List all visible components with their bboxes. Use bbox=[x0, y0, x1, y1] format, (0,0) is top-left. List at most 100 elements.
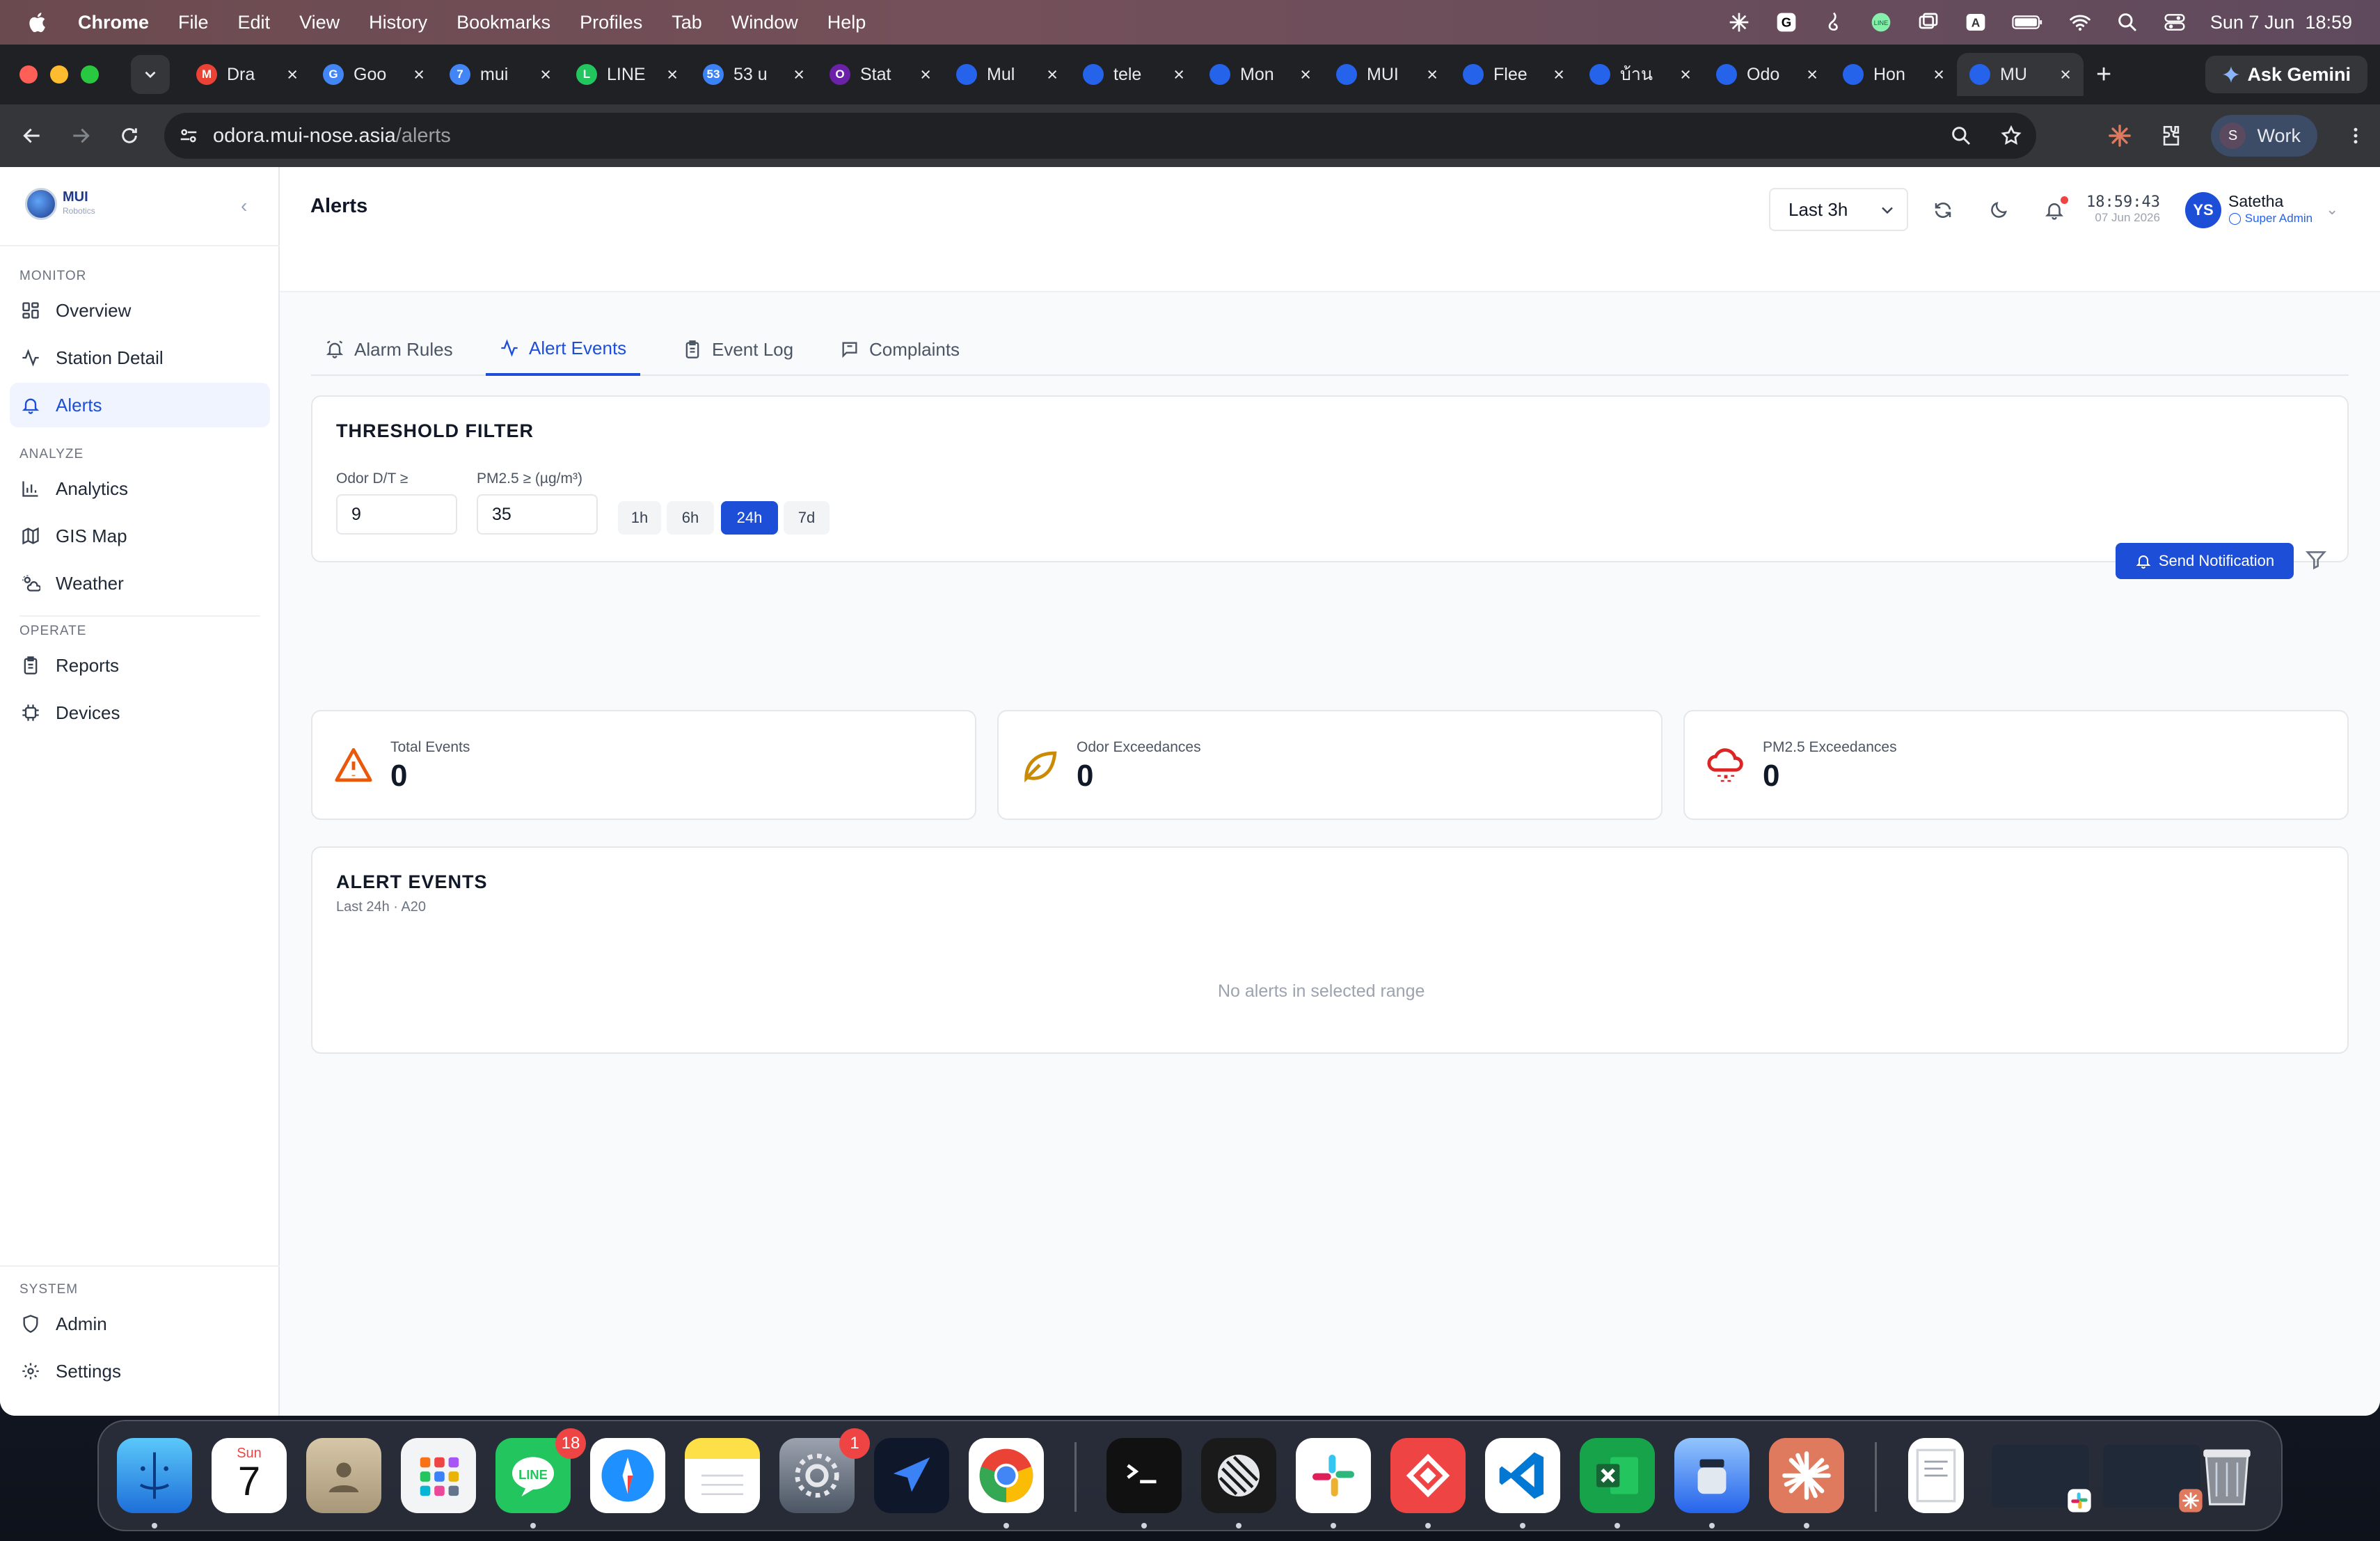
dock-notes[interactable] bbox=[685, 1438, 760, 1513]
browser-tab[interactable]: M Dra × bbox=[184, 53, 310, 96]
sidebar-item-station-detail[interactable]: Station Detail bbox=[10, 335, 270, 380]
brand-logo[interactable]: MUI Robotics bbox=[25, 188, 95, 220]
sidebar-item-admin[interactable]: Admin bbox=[10, 1302, 270, 1346]
notifications-button[interactable] bbox=[2042, 196, 2068, 223]
sidebar-item-gis-map[interactable]: GIS Map bbox=[10, 514, 270, 558]
address-bar[interactable]: odora.mui-nose.asia/alerts bbox=[164, 113, 2036, 159]
dock-window-thumbnail-slack[interactable] bbox=[1992, 1445, 2091, 1512]
new-tab-button[interactable]: + bbox=[2096, 60, 2111, 90]
profile-button[interactable]: S Work bbox=[2211, 115, 2317, 157]
close-tab-icon[interactable]: × bbox=[920, 64, 931, 86]
sidebar-item-analytics[interactable]: Analytics bbox=[10, 466, 270, 511]
spotlight-search-icon[interactable] bbox=[2116, 10, 2139, 34]
tab-event-log[interactable]: Event Log bbox=[669, 323, 807, 376]
close-tab-icon[interactable]: × bbox=[1427, 64, 1438, 86]
menu-view[interactable]: View bbox=[299, 12, 340, 33]
range-7d-button[interactable]: 7d bbox=[784, 501, 830, 535]
dock-send-app[interactable] bbox=[874, 1438, 949, 1513]
close-tab-icon[interactable]: × bbox=[1933, 64, 1944, 86]
dock-window-thumbnail-claude[interactable] bbox=[2103, 1445, 2203, 1512]
browser-tab[interactable]: O Stat × bbox=[817, 53, 944, 96]
zoom-window-button[interactable] bbox=[81, 65, 99, 84]
browser-tab[interactable]: L LINE × bbox=[564, 53, 690, 96]
browser-tab[interactable]: Flee × bbox=[1450, 53, 1577, 96]
sidebar-item-reports[interactable]: Reports bbox=[10, 643, 270, 688]
sparkle-icon[interactable] bbox=[1727, 10, 1751, 34]
sidebar-item-overview[interactable]: Overview bbox=[10, 288, 270, 333]
close-tab-icon[interactable]: × bbox=[540, 64, 551, 86]
dock-linear[interactable] bbox=[1201, 1438, 1276, 1513]
bookmark-star-icon[interactable] bbox=[2000, 125, 2022, 147]
browser-tab[interactable]: Mon × bbox=[1197, 53, 1324, 96]
tab-alert-events[interactable]: Alert Events bbox=[486, 323, 641, 376]
user-name[interactable]: Satetha bbox=[2228, 192, 2283, 211]
close-tab-icon[interactable]: × bbox=[667, 64, 678, 86]
dock-safari[interactable] bbox=[590, 1438, 665, 1513]
dock-chrome[interactable] bbox=[969, 1438, 1044, 1513]
browser-tab[interactable]: MU × bbox=[1957, 53, 2084, 96]
wifi-icon[interactable] bbox=[2068, 10, 2092, 34]
browser-tab[interactable]: MUI × bbox=[1324, 53, 1450, 96]
close-tab-icon[interactable]: × bbox=[2060, 64, 2071, 86]
reload-button[interactable] bbox=[116, 122, 143, 150]
user-menu-chevron-icon[interactable]: ⌄ bbox=[2326, 200, 2338, 219]
send-notification-button[interactable]: Send Notification bbox=[2116, 543, 2294, 579]
more-menu-icon[interactable] bbox=[2345, 124, 2366, 148]
dock-terminal[interactable] bbox=[1106, 1438, 1182, 1513]
close-tab-icon[interactable]: × bbox=[1300, 64, 1311, 86]
browser-tab[interactable]: Odo × bbox=[1704, 53, 1830, 96]
dock-trash[interactable] bbox=[2189, 1438, 2264, 1513]
zoom-icon[interactable] bbox=[1950, 125, 1972, 147]
dock-excel[interactable] bbox=[1580, 1438, 1655, 1513]
range-24h-button[interactable]: 24h bbox=[721, 501, 778, 535]
line-status-icon[interactable]: LINE bbox=[1869, 10, 1893, 34]
browser-tab[interactable]: 53 53 u × bbox=[690, 53, 817, 96]
filter-icon[interactable] bbox=[2305, 548, 2327, 571]
close-tab-icon[interactable]: × bbox=[287, 64, 298, 86]
dock-anydesk[interactable] bbox=[1390, 1438, 1466, 1513]
window-icon[interactable] bbox=[1917, 10, 1940, 34]
menu-profiles[interactable]: Profiles bbox=[580, 12, 642, 33]
collapse-sidebar-button[interactable]: ‹ bbox=[241, 195, 247, 217]
menu-app-name[interactable]: Chrome bbox=[78, 12, 149, 33]
browser-tab[interactable]: tele × bbox=[1070, 53, 1197, 96]
close-tab-icon[interactable]: × bbox=[413, 64, 425, 86]
sidebar-item-weather[interactable]: Weather bbox=[10, 561, 270, 606]
input-source-icon[interactable]: A bbox=[1964, 10, 1988, 34]
sidebar-item-settings[interactable]: Settings bbox=[10, 1349, 270, 1393]
menu-tab[interactable]: Tab bbox=[672, 12, 702, 33]
dock-finder[interactable] bbox=[117, 1438, 192, 1513]
dock-claude[interactable] bbox=[1769, 1438, 1844, 1513]
dock-document-stack[interactable] bbox=[1908, 1438, 1964, 1513]
dark-mode-toggle[interactable] bbox=[1986, 198, 2011, 223]
close-window-button[interactable] bbox=[19, 65, 38, 84]
range-6h-button[interactable]: 6h bbox=[667, 501, 714, 535]
tab-alarm-rules[interactable]: Alarm Rules bbox=[311, 323, 467, 376]
time-range-select[interactable]: Last 3h bbox=[1769, 188, 1908, 231]
browser-tab[interactable]: บ้าน × bbox=[1577, 53, 1704, 96]
dock-launchpad[interactable] bbox=[401, 1438, 476, 1513]
refresh-button[interactable] bbox=[1930, 198, 1955, 223]
control-center-icon[interactable] bbox=[2163, 10, 2187, 34]
browser-tab[interactable]: 7 mui × bbox=[437, 53, 564, 96]
close-tab-icon[interactable]: × bbox=[1680, 64, 1691, 86]
dock-vscode[interactable] bbox=[1485, 1438, 1560, 1513]
dock-slack[interactable] bbox=[1296, 1438, 1371, 1513]
menu-file[interactable]: File bbox=[178, 12, 209, 33]
back-button[interactable] bbox=[18, 122, 46, 150]
dock-ollama[interactable] bbox=[1674, 1438, 1750, 1513]
close-tab-icon[interactable]: × bbox=[1553, 64, 1564, 86]
close-tab-icon[interactable]: × bbox=[1047, 64, 1058, 86]
close-tab-icon[interactable]: × bbox=[1173, 64, 1184, 86]
pm25-threshold-input[interactable]: 35 bbox=[477, 494, 598, 535]
grammarly-icon[interactable]: G bbox=[1775, 10, 1798, 34]
battery-icon[interactable] bbox=[2011, 10, 2045, 34]
sidebar-item-devices[interactable]: Devices bbox=[10, 690, 270, 735]
menu-history[interactable]: History bbox=[369, 12, 427, 33]
dock-calendar[interactable]: Sun 7 bbox=[212, 1438, 287, 1513]
claude-extension-icon[interactable] bbox=[2108, 124, 2132, 148]
close-tab-icon[interactable]: × bbox=[1807, 64, 1818, 86]
sidebar-item-alerts[interactable]: Alerts bbox=[10, 383, 270, 427]
browser-tab[interactable]: Hon × bbox=[1830, 53, 1957, 96]
menubar-clock[interactable]: Sun 7 Jun 18:59 bbox=[2210, 12, 2352, 33]
